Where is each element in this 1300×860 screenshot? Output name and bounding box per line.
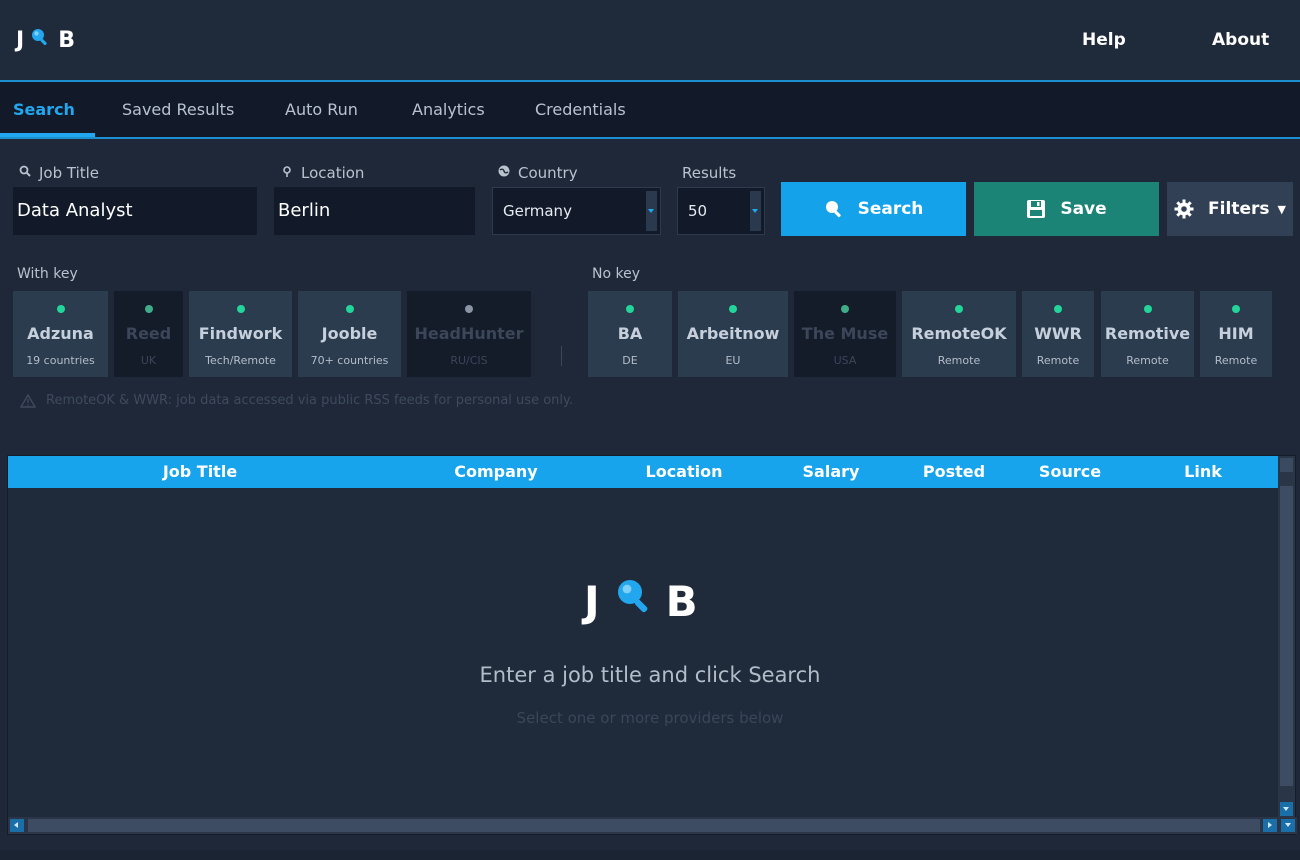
status-dot	[1232, 305, 1240, 313]
provider-arbeitnow[interactable]: Arbeitnow EU	[678, 291, 788, 377]
scroll-up-arrow[interactable]	[1280, 458, 1293, 472]
provider-wwr[interactable]: WWR Remote	[1022, 291, 1094, 377]
logo-letter-left: J	[16, 27, 25, 53]
floppy-disk-icon	[1027, 200, 1046, 218]
logo-letter-right: B	[58, 27, 75, 53]
provider-ba[interactable]: BA DE	[588, 291, 672, 377]
empty-state-logo: J B	[584, 576, 698, 626]
column-header-company[interactable]: Company	[406, 456, 586, 488]
search-icon	[825, 201, 841, 218]
table-header: Job Title Company Location Salary Posted…	[8, 456, 1280, 488]
provider-jooble[interactable]: Jooble 70+ countries	[298, 291, 401, 377]
location-input[interactable]: Berlin	[274, 187, 475, 235]
column-header-source[interactable]: Source	[1014, 456, 1126, 488]
help-link[interactable]: Help	[1082, 30, 1126, 50]
provider-group-divider	[561, 346, 562, 366]
active-tab-indicator	[0, 133, 95, 137]
scroll-corner-arrow[interactable]	[1281, 819, 1295, 832]
results-label: Results	[682, 164, 737, 182]
header-bar: J B Help About	[0, 0, 1300, 80]
status-dot	[144, 305, 153, 313]
provider-reed[interactable]: Reed UK	[114, 291, 183, 377]
column-header-salary[interactable]: Salary	[771, 456, 891, 488]
search-icon	[18, 164, 39, 182]
job-title-input[interactable]: Data Analyst	[13, 187, 257, 235]
horizontal-scroll-thumb[interactable]	[28, 819, 1260, 832]
app-logo: J B	[16, 27, 75, 53]
country-select[interactable]: Germany	[492, 187, 661, 235]
status-dot	[1143, 305, 1152, 313]
status-dot	[729, 305, 737, 313]
status-dot	[841, 305, 849, 313]
tab-analytics[interactable]: Analytics	[412, 82, 485, 138]
tab-credentials[interactable]: Credentials	[535, 82, 626, 138]
globe-icon	[497, 164, 518, 182]
magnifier-icon	[614, 576, 654, 626]
footer-strip	[0, 850, 1300, 860]
status-dot	[236, 305, 245, 313]
provider-remotive[interactable]: Remotive Remote	[1101, 291, 1194, 377]
rss-notice: RemoteOK & WWR: job data accessed via pu…	[20, 393, 573, 408]
chevron-down-icon	[750, 191, 761, 231]
empty-state-subtitle: Select one or more providers below	[516, 709, 784, 727]
status-dot	[465, 305, 473, 313]
tab-saved-results[interactable]: Saved Results	[122, 82, 234, 138]
no-key-label: No key	[592, 266, 640, 282]
app-window: J B Help About Search Saved Results Auto…	[0, 0, 1300, 860]
location-pin-icon	[280, 164, 301, 182]
results-table: Job Title Company Location Salary Posted…	[7, 455, 1297, 835]
status-dot	[345, 305, 354, 313]
tab-bar: Search Saved Results Auto Run Analytics …	[0, 82, 1300, 138]
column-header-job-title[interactable]: Job Title	[90, 456, 310, 488]
warning-icon	[20, 393, 36, 408]
tab-bar-divider	[0, 137, 1300, 139]
scroll-left-arrow[interactable]	[10, 819, 24, 832]
scroll-right-arrow[interactable]	[1263, 819, 1277, 832]
search-button[interactable]: Search	[781, 182, 966, 236]
results-select[interactable]: 50	[677, 187, 765, 235]
location-label: Location	[280, 164, 364, 182]
provider-remoteok[interactable]: RemoteOK Remote	[902, 291, 1016, 377]
tab-auto-run[interactable]: Auto Run	[285, 82, 358, 138]
filters-button[interactable]: Filters ▼	[1167, 182, 1293, 236]
empty-state-title: Enter a job title and click Search	[479, 663, 821, 687]
scroll-down-arrow[interactable]	[1280, 802, 1293, 816]
column-header-posted[interactable]: Posted	[896, 456, 1012, 488]
save-button[interactable]: Save	[974, 182, 1159, 236]
tab-search[interactable]: Search	[13, 82, 75, 138]
provider-findwork[interactable]: Findwork Tech/Remote	[189, 291, 292, 377]
provider-him[interactable]: HIM Remote	[1200, 291, 1272, 377]
status-dot	[56, 305, 65, 313]
status-dot	[626, 305, 634, 313]
provider-headhunter[interactable]: HeadHunter RU/CIS	[407, 291, 531, 377]
chevron-down-icon	[646, 191, 657, 231]
vertical-scroll-thumb[interactable]	[1280, 486, 1293, 786]
provider-adzuna[interactable]: Adzuna 19 countries	[13, 291, 108, 377]
with-key-label: With key	[17, 266, 78, 282]
job-title-label: Job Title	[18, 164, 99, 182]
vertical-scrollbar[interactable]	[1278, 456, 1295, 818]
about-link[interactable]: About	[1212, 30, 1269, 50]
column-header-link[interactable]: Link	[1148, 456, 1258, 488]
status-dot	[1054, 305, 1062, 313]
provider-the-muse[interactable]: The Muse USA	[794, 291, 896, 377]
caret-down-icon: ▼	[1277, 202, 1286, 216]
gear-icon	[1174, 199, 1194, 219]
status-dot	[955, 305, 963, 313]
magnifier-icon	[30, 27, 50, 53]
country-label: Country	[497, 164, 578, 182]
horizontal-scrollbar[interactable]	[8, 817, 1297, 834]
column-header-location[interactable]: Location	[604, 456, 764, 488]
